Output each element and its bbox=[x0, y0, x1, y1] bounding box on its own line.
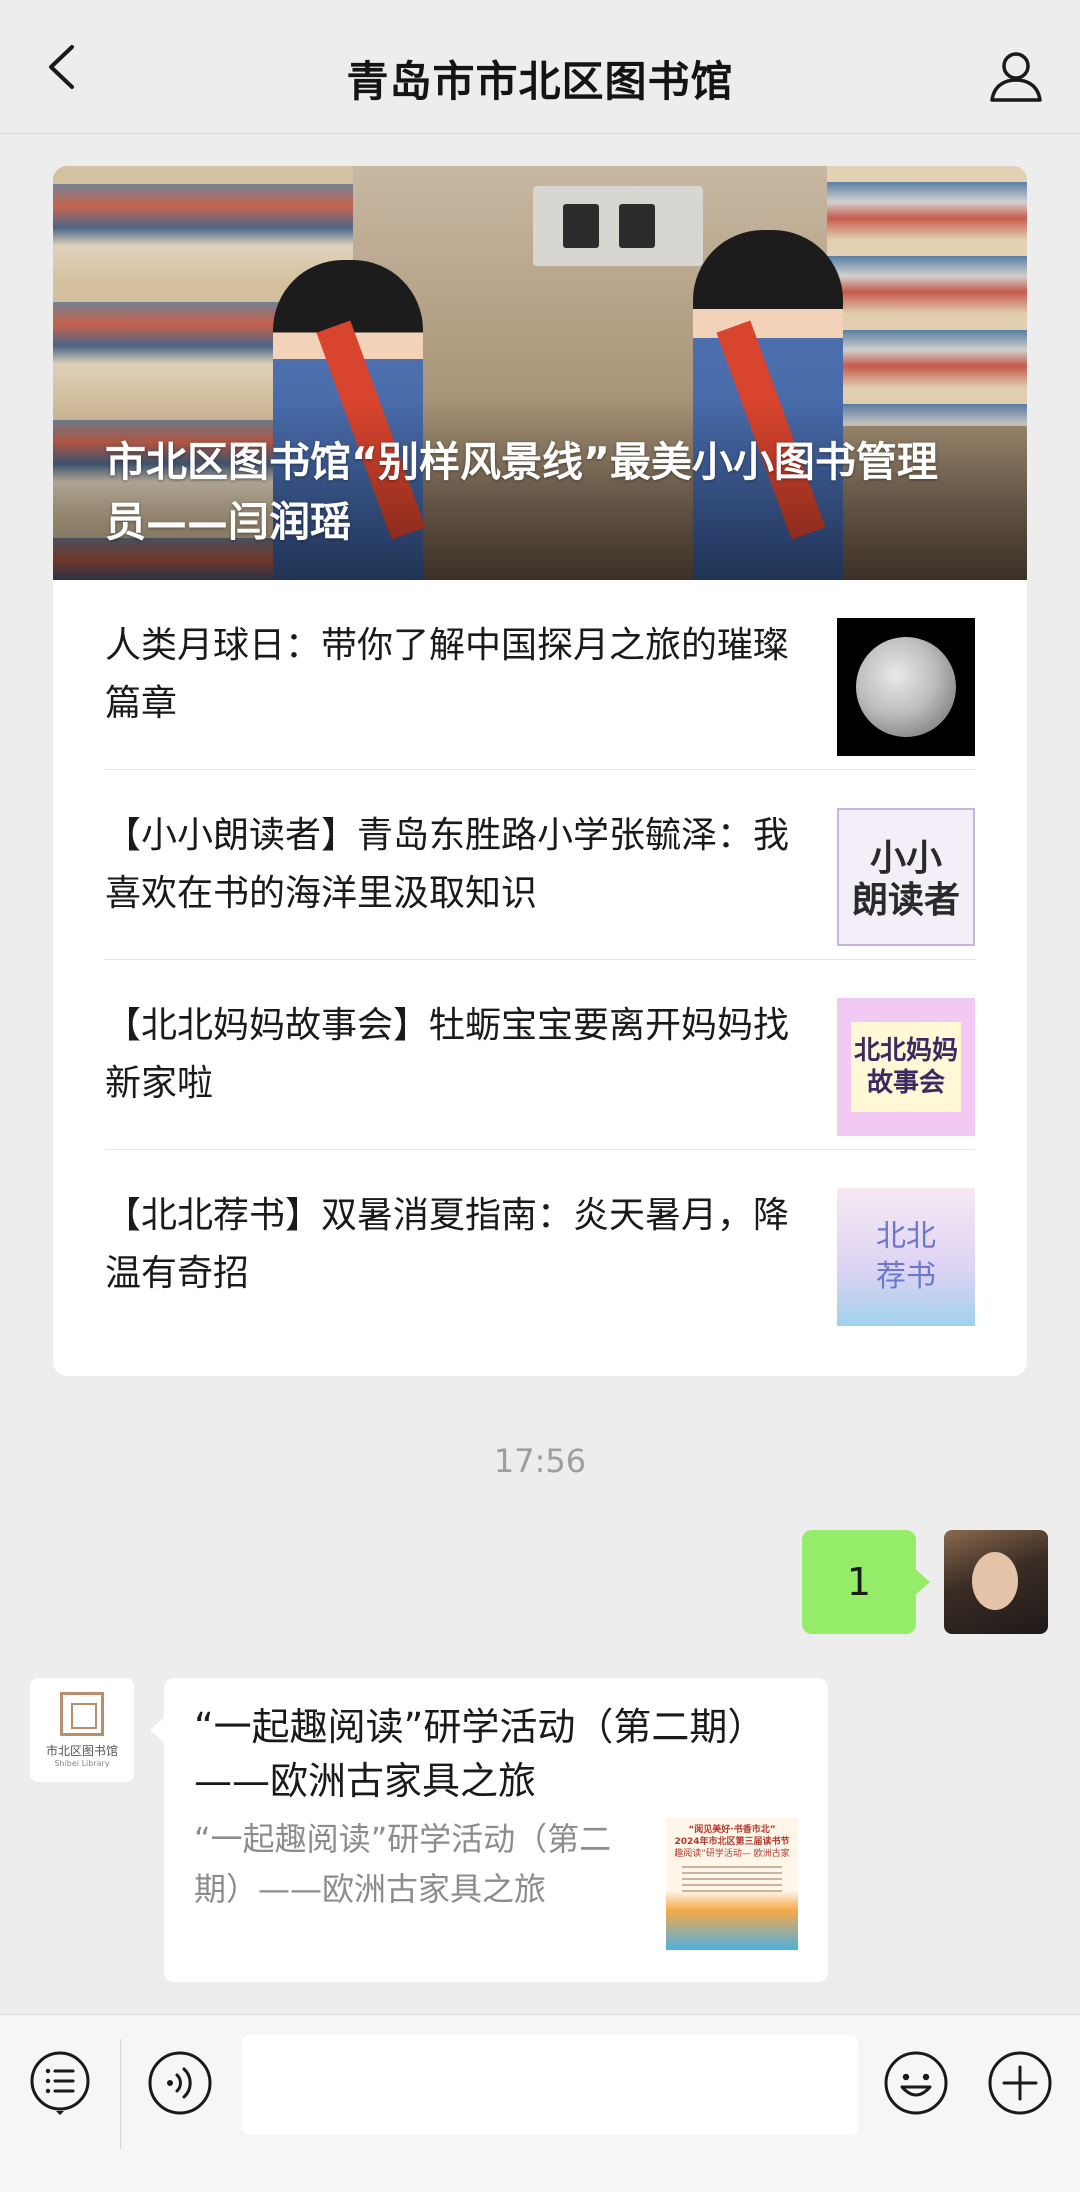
sent-message-bubble[interactable]: 1 bbox=[802, 1530, 930, 1634]
user-icon bbox=[990, 52, 1042, 102]
plus-icon bbox=[988, 2051, 1052, 2115]
article-thumbnail: 北北 荐书 bbox=[837, 1188, 975, 1326]
my-avatar[interactable] bbox=[944, 1530, 1048, 1634]
emoji-button[interactable] bbox=[882, 2049, 950, 2117]
link-card-description: “一起趣阅读”研学活动（第二期）——欧洲古家具之旅 bbox=[194, 1820, 612, 1908]
message-input[interactable] bbox=[242, 2035, 858, 2135]
article-item[interactable]: 【小小朗读者】青岛东胜路小学张毓泽：我喜欢在书的海洋里汲取知识 小小 朗读者 bbox=[105, 770, 975, 960]
emoji-icon bbox=[884, 2051, 948, 2115]
link-message-card[interactable]: “一起趣阅读”研学活动（第二期）——欧洲古家具之旅 “一起趣阅读”研学活动（第二… bbox=[150, 1678, 828, 1982]
nav-header: 青岛市市北区图书馆 bbox=[0, 0, 1080, 134]
article-item[interactable]: 【北北妈妈故事会】牡蛎宝宝要离开妈妈找新家啦 北北妈妈 故事会 bbox=[105, 960, 975, 1150]
bar-divider bbox=[120, 2039, 121, 2149]
message-timestamp: 17:56 bbox=[493, 1442, 587, 1480]
thumbnail-text: 北北 荐书 bbox=[876, 1219, 936, 1294]
article-item[interactable]: 【北北荐书】双暑消夏指南：炎天暑月，降温有奇招 北北 荐书 bbox=[105, 1150, 975, 1340]
voice-icon bbox=[148, 2051, 212, 2115]
library-avatar[interactable]: 市北区图书馆 Shibei Library bbox=[30, 1678, 134, 1782]
hero-title: 市北区图书馆“别样风景线”最美小小图书管理员——闫润瑶 bbox=[105, 438, 938, 546]
article-thumbnail bbox=[837, 618, 975, 756]
article-title: 【小小朗读者】青岛东胜路小学张毓泽：我喜欢在书的海洋里汲取知识 bbox=[105, 814, 790, 914]
article-item[interactable]: 人类月球日：带你了解中国探月之旅的璀璨篇章 bbox=[105, 580, 975, 770]
library-logo-icon bbox=[60, 1692, 104, 1736]
voice-button[interactable] bbox=[146, 2049, 214, 2117]
menu-button[interactable] bbox=[26, 2049, 94, 2117]
article-title: 人类月球日：带你了解中国探月之旅的璀璨篇章 bbox=[105, 624, 790, 724]
library-avatar-name: 市北区图书馆 bbox=[45, 1744, 118, 1758]
link-card-title: “一起趣阅读”研学活动（第二期）——欧洲古家具之旅 bbox=[194, 1705, 766, 1803]
article-title: 【北北荐书】双暑消夏指南：炎天暑月，降温有奇招 bbox=[105, 1195, 790, 1294]
hero-article[interactable]: 市北区图书馆“别样风景线”最美小小图书管理员——闫润瑶 bbox=[53, 166, 1027, 580]
list-menu-icon bbox=[30, 2051, 90, 2115]
add-button[interactable] bbox=[986, 2049, 1054, 2117]
article-card: 市北区图书馆“别样风景线”最美小小图书管理员——闫润瑶 人类月球日：带你了解中国… bbox=[53, 166, 1027, 1376]
page-title: 青岛市市北区图书馆 bbox=[346, 57, 734, 106]
hero-image-shelf bbox=[827, 166, 1027, 426]
thumbnail-text-lines bbox=[682, 1866, 782, 1896]
hero-image-wall bbox=[533, 186, 703, 266]
chat-input-bar bbox=[0, 2014, 1080, 2192]
thumbnail-text: 小小 朗读者 bbox=[851, 838, 960, 921]
link-card-thumbnail: “阅见美好·书香市北” 2024年市北区第三届读书节 趣阅读”研学活动— 欧洲古… bbox=[666, 1818, 798, 1950]
article-thumbnail: 小小 朗读者 bbox=[837, 808, 975, 946]
article-title: 【北北妈妈故事会】牡蛎宝宝要离开妈妈找新家啦 bbox=[105, 1004, 790, 1104]
library-avatar-en: Shibei Library bbox=[54, 1759, 110, 1768]
thumbnail-text: 趣阅读”研学活动— 欧洲古家 bbox=[674, 1849, 790, 1859]
thumbnail-text: “阅见美好·书香市北” bbox=[688, 1825, 776, 1835]
profile-button[interactable] bbox=[988, 48, 1044, 104]
moon-image bbox=[856, 637, 956, 737]
thumbnail-text: 北北妈妈 故事会 bbox=[851, 1022, 961, 1112]
avatar-face bbox=[972, 1552, 1018, 1610]
thumbnail-text: 2024年市北区第三届读书节 bbox=[674, 1837, 790, 1847]
article-thumbnail: 北北妈妈 故事会 bbox=[837, 998, 975, 1136]
